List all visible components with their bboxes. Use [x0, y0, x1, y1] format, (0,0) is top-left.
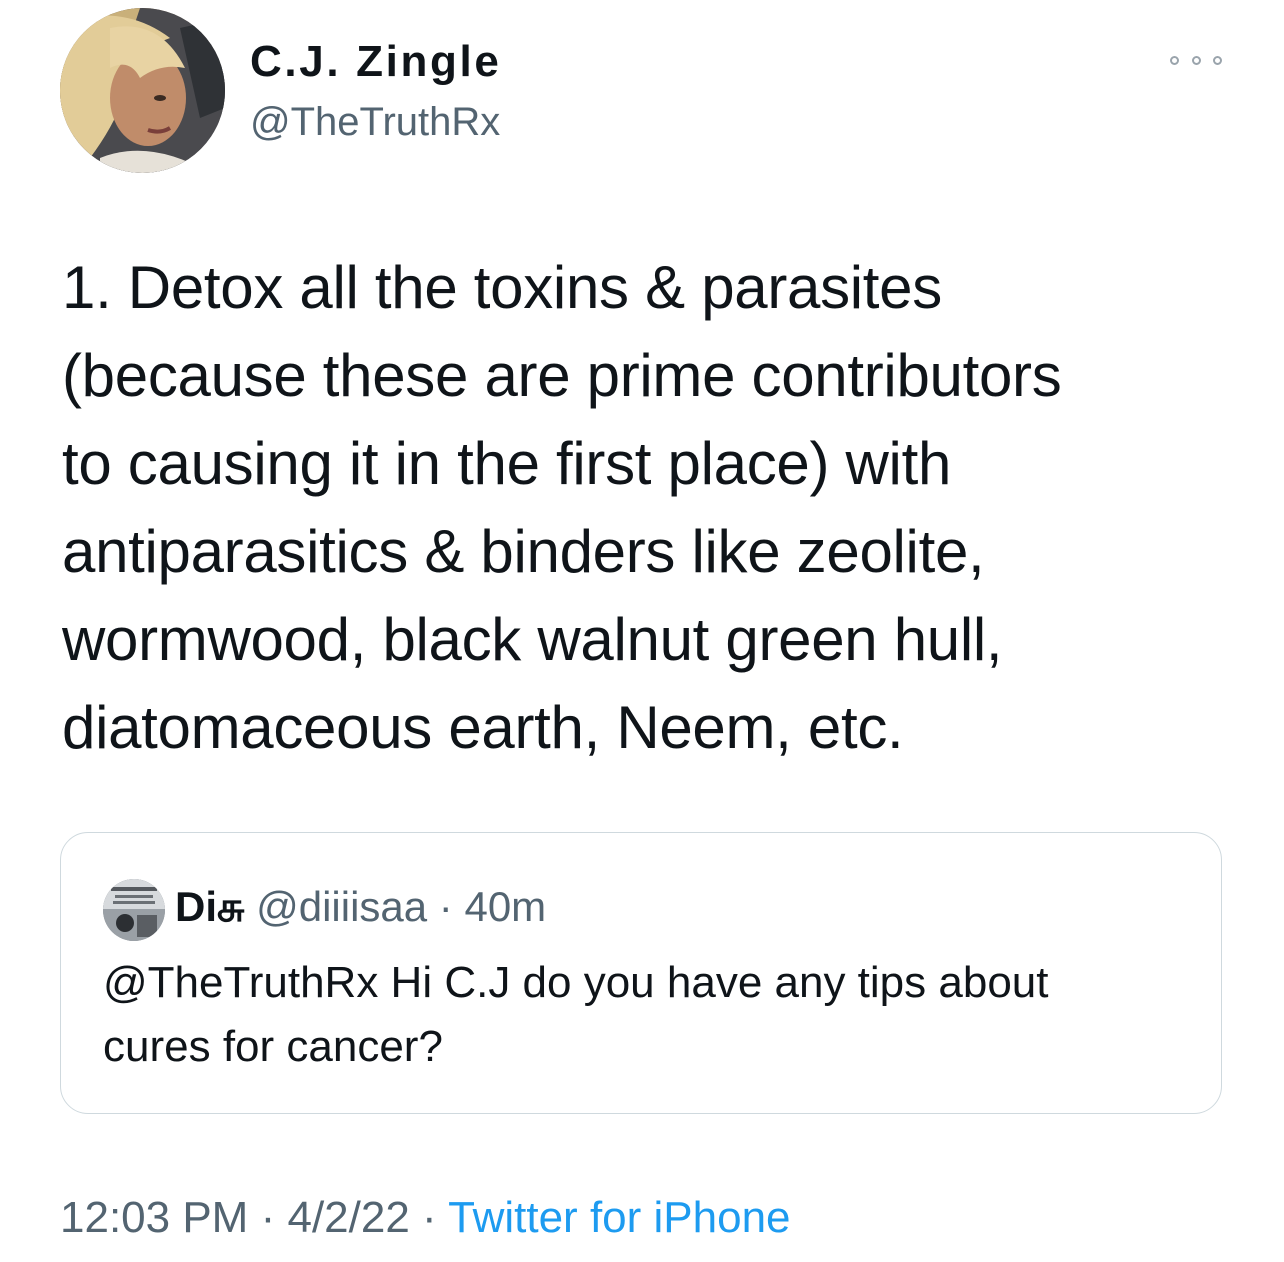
tweet-source-link[interactable]: Twitter for iPhone — [448, 1193, 790, 1242]
quoted-tweet-card[interactable]: Diசு @diiiisaa · 40m @TheTruthRx Hi C.J … — [60, 832, 1222, 1114]
author-display-name[interactable]: C.J. Zingle — [250, 34, 502, 90]
tweet-time[interactable]: 12:03 PM — [60, 1193, 248, 1242]
more-options-button[interactable] — [1170, 44, 1222, 76]
ellipsis-icon — [1170, 55, 1179, 65]
quoted-author-avatar[interactable] — [103, 879, 165, 941]
tweet-text: 1. Detox all the toxins & parasites (bec… — [62, 254, 1062, 761]
quoted-tweet-time[interactable]: 40m — [464, 883, 546, 930]
separator-dot: · — [260, 1193, 276, 1242]
tweet-metadata: 12:03 PM · 4/2/22 · Twitter for iPhone — [60, 1188, 791, 1248]
separator-dot: · — [438, 883, 453, 930]
quoted-author-handle[interactable]: @diiiisaa — [256, 883, 427, 930]
quoted-tweet-header: Diசு @diiiisaa · 40m — [175, 881, 546, 933]
author-avatar-image — [60, 8, 225, 173]
author-avatar[interactable] — [60, 8, 225, 173]
ellipsis-icon — [1191, 55, 1201, 65]
author-handle[interactable]: @TheTruthRx — [250, 96, 500, 148]
separator-dot: · — [422, 1193, 437, 1242]
tweet-detail: C.J. Zingle @TheTruthRx 1. Detox all the… — [0, 0, 1284, 1262]
ellipsis-icon — [1213, 55, 1222, 65]
quoted-avatar-image — [103, 879, 165, 941]
quoted-author-name[interactable]: Diசு — [175, 883, 244, 930]
quoted-tweet-text: @TheTruthRx Hi C.J do you have any tips … — [103, 958, 1049, 1071]
tweet-date[interactable]: 4/2/22 — [287, 1193, 409, 1242]
